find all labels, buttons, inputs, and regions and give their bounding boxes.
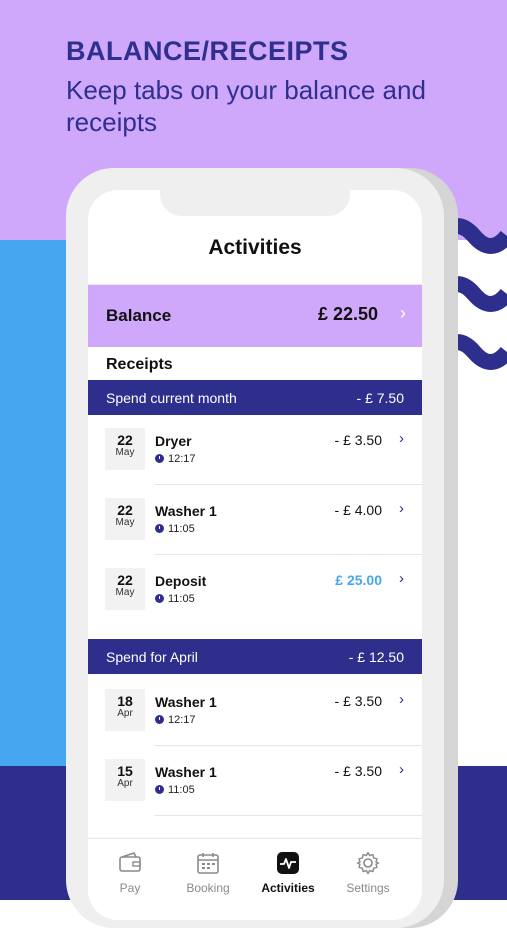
- page-title: Activities: [208, 236, 302, 259]
- chevron-right-icon: ›: [399, 570, 404, 587]
- tab-label: Settings: [346, 881, 390, 895]
- date-day: 22: [117, 572, 133, 588]
- month-header: Spend for April - £ 12.50: [88, 639, 422, 674]
- receipt-title: Deposit: [155, 573, 207, 589]
- activity-icon: [277, 852, 299, 874]
- date-badge: 15 Apr: [105, 759, 145, 801]
- calendar-icon: [197, 853, 219, 874]
- receipt-row[interactable]: 22 May Deposit 11:05 £ 25.00 ›: [88, 555, 422, 625]
- receipt-title: Washer 1: [155, 694, 217, 710]
- receipt-time: 11:05: [155, 593, 195, 605]
- balance-label: Balance: [106, 306, 172, 325]
- month-label: Spend for April: [106, 649, 198, 665]
- receipt-title: Washer 1: [155, 764, 217, 780]
- date-month: May: [115, 587, 135, 598]
- chevron-right-icon: ›: [399, 691, 404, 708]
- tab-pay[interactable]: Pay: [90, 851, 170, 895]
- clock-icon: [155, 454, 164, 463]
- chevron-right-icon: ›: [399, 500, 404, 517]
- month-total: - £ 7.50: [356, 390, 404, 406]
- receipt-amount: £ 25.00: [335, 572, 382, 588]
- date-month: Apr: [117, 708, 133, 719]
- receipt-row[interactable]: 15 Apr Washer 1 11:05 - £ 3.50 ›: [88, 746, 422, 816]
- receipt-row[interactable]: 18 Apr Washer 1 12:17 - £ 3.50 ›: [88, 676, 422, 746]
- phone-frame: Activities Balance £ 22.50 › Receipts Sp…: [66, 168, 444, 928]
- receipt-time-value: 12:17: [168, 453, 196, 465]
- receipt-time-value: 11:05: [168, 784, 195, 796]
- receipt-title: Washer 1: [155, 503, 217, 519]
- month-total: - £ 12.50: [348, 649, 404, 665]
- date-day: 15: [117, 763, 133, 779]
- receipt-time: 11:05: [155, 784, 195, 796]
- receipt-amount: - £ 3.50: [334, 693, 382, 709]
- tab-activities[interactable]: Activities: [248, 851, 328, 895]
- bottom-tab-bar: Pay Booking Activities Settings: [88, 838, 422, 920]
- receipt-row[interactable]: 22 May Dryer 12:17 - £ 3.50 ›: [88, 415, 422, 485]
- phone-notch: [160, 190, 350, 216]
- clock-icon: [155, 594, 164, 603]
- balance-amount: £ 22.50: [317, 304, 378, 324]
- clock-icon: [155, 715, 164, 724]
- date-day: 22: [117, 502, 133, 518]
- tab-booking[interactable]: Booking: [168, 851, 248, 895]
- date-badge: 22 May: [105, 498, 145, 540]
- tab-label: Booking: [186, 881, 230, 895]
- receipt-time: 12:17: [155, 714, 196, 726]
- date-badge: 22 May: [105, 428, 145, 470]
- date-month: May: [115, 447, 135, 458]
- date-day: 22: [117, 432, 133, 448]
- tab-settings[interactable]: Settings: [328, 851, 408, 895]
- receipts-heading: Receipts: [106, 356, 173, 373]
- receipt-time: 12:17: [155, 453, 196, 465]
- promo-headline: BALANCE/RECEIPTS: [66, 36, 349, 66]
- date-badge: 18 Apr: [105, 689, 145, 731]
- receipt-time: 11:05: [155, 523, 195, 535]
- date-day: 18: [117, 693, 133, 709]
- receipt-amount: - £ 4.00: [334, 502, 382, 518]
- clock-icon: [155, 785, 164, 794]
- receipt-title: Dryer: [155, 433, 192, 449]
- wave-decoration: [440, 218, 507, 370]
- date-month: May: [115, 517, 135, 528]
- month-label: Spend current month: [106, 390, 237, 406]
- row-divider: [155, 815, 422, 816]
- gear-icon: [356, 851, 380, 875]
- tab-label: Pay: [119, 881, 141, 895]
- chevron-right-icon: ›: [400, 303, 406, 323]
- wallet-icon: [119, 852, 141, 872]
- receipt-time-value: 12:17: [168, 714, 196, 726]
- receipt-time-value: 11:05: [168, 593, 195, 605]
- date-badge: 22 May: [105, 568, 145, 610]
- date-month: Apr: [117, 778, 133, 789]
- clock-icon: [155, 524, 164, 533]
- promo-subline: Keep tabs on your balance and receipts: [66, 75, 426, 137]
- receipt-time-value: 11:05: [168, 523, 195, 535]
- balance-row[interactable]: Balance £ 22.50 ›: [88, 285, 422, 347]
- receipt-amount: - £ 3.50: [334, 432, 382, 448]
- receipt-amount: - £ 3.50: [334, 763, 382, 779]
- receipt-row[interactable]: 22 May Washer 1 11:05 - £ 4.00 ›: [88, 485, 422, 555]
- phone-screen: Activities Balance £ 22.50 › Receipts Sp…: [88, 190, 422, 920]
- month-header: Spend current month - £ 7.50: [88, 380, 422, 415]
- chevron-right-icon: ›: [399, 430, 404, 447]
- tab-label: Activities: [261, 881, 315, 895]
- chevron-right-icon: ›: [399, 761, 404, 778]
